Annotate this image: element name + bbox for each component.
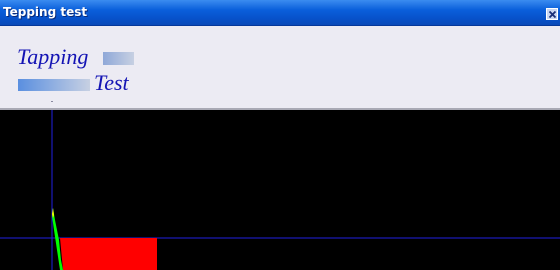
logo-decoration-bar bbox=[18, 79, 90, 91]
header-panel: Tapping Test bbox=[0, 26, 560, 110]
title-bar[interactable]: Tepping test bbox=[0, 0, 560, 26]
logo-dot bbox=[51, 101, 53, 102]
window-title: Tepping test bbox=[3, 5, 88, 19]
close-button[interactable] bbox=[546, 8, 558, 20]
logo-decoration-bar bbox=[103, 52, 134, 65]
logo-word-tapping: Tapping bbox=[17, 44, 89, 69]
close-icon bbox=[548, 10, 557, 19]
red-fill-area bbox=[60, 238, 157, 270]
logo-word-test: Test bbox=[94, 70, 129, 95]
tapping-plot bbox=[0, 110, 560, 270]
